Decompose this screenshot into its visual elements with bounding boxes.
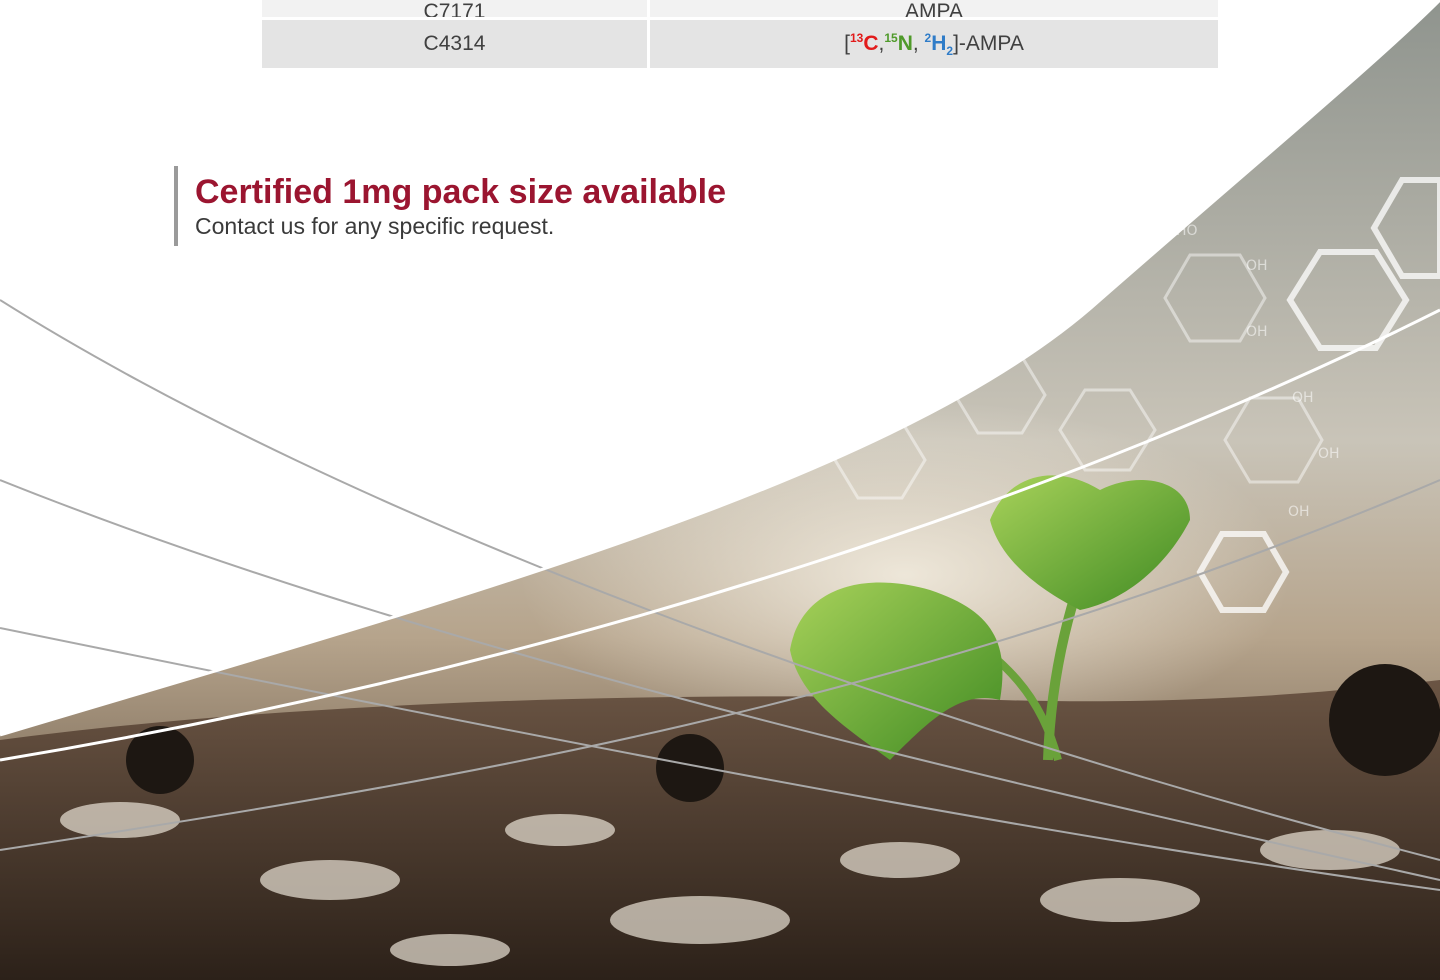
carbon-isotope: 13C xyxy=(849,30,879,55)
nitrogen-mass-number: 15 xyxy=(884,30,898,45)
hydrogen-symbol: H xyxy=(931,31,947,55)
hydrogen-isotope: 2H2 xyxy=(925,31,954,58)
nitrogen-isotope: 15N xyxy=(884,30,913,55)
labelled-compound-name: [13C,15N, 2H2]-AMPA xyxy=(844,31,1024,58)
table-row: C7171 AMPA xyxy=(262,0,1218,17)
table-row: C4314 [13C,15N, 2H2]-AMPA xyxy=(262,20,1218,68)
compound-cell: AMPA xyxy=(650,0,1218,17)
compound-name: AMPA xyxy=(905,0,963,17)
product-code: C4314 xyxy=(423,32,486,55)
product-code-cell: C7171 xyxy=(262,0,647,17)
svg-text:OH: OH xyxy=(1288,504,1310,520)
product-code: C7171 xyxy=(423,0,486,17)
pack-size-callout: Certified 1mg pack size available Contac… xyxy=(174,166,726,246)
carbon-mass-number: 13 xyxy=(849,30,864,45)
product-table: C7171 AMPA C4314 [13C,15N, 2H2]-AMPA xyxy=(262,0,1218,68)
svg-text:OH: OH xyxy=(1246,258,1268,274)
carbon-symbol: C xyxy=(863,31,879,55)
compound-suffix: ]-AMPA xyxy=(953,31,1024,55)
nitrogen-symbol: N xyxy=(897,31,913,55)
svg-text:OH: OH xyxy=(1292,390,1314,406)
seedling-photo-background: HO OH OH OH OH OH xyxy=(0,0,1440,980)
svg-text:OH: OH xyxy=(1246,324,1268,340)
callout-text: Contact us for any specific request. xyxy=(195,213,555,239)
product-code-cell: C4314 xyxy=(262,20,647,68)
brochure-page: HO OH OH OH OH OH C7171 AMPA C4314 [13C,… xyxy=(0,0,1440,980)
callout-title: Certified 1mg pack size available xyxy=(195,173,727,211)
svg-text:OH: OH xyxy=(1318,446,1340,462)
compound-cell: [13C,15N, 2H2]-AMPA xyxy=(650,20,1218,68)
separator: , xyxy=(912,31,925,55)
